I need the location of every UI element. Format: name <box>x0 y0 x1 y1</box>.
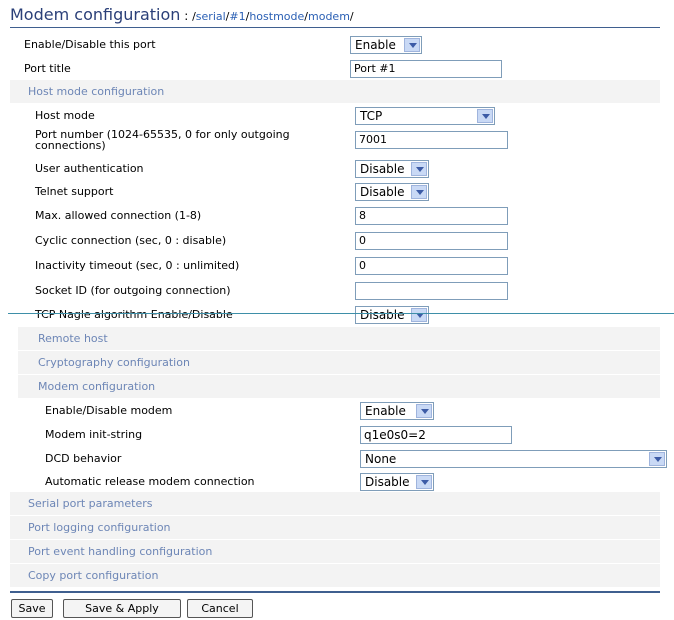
telnet-select[interactable]: Disable <box>355 183 429 201</box>
chevron-down-icon <box>416 404 432 418</box>
breadcrumb-port[interactable]: #1 <box>229 10 245 23</box>
nagle-select[interactable]: Disable <box>355 306 429 324</box>
host-mode-select[interactable]: TCP <box>355 107 495 125</box>
footer-divider <box>10 591 660 593</box>
socket-row: Socket ID (for outgoing connection) <box>10 279 660 302</box>
inactivity-input[interactable]: 0 <box>355 257 508 275</box>
socket-input[interactable] <box>355 282 508 300</box>
max-conn-input[interactable]: 8 <box>355 207 508 225</box>
breadcrumb-hostmode[interactable]: hostmode <box>249 10 304 23</box>
section-copy-port[interactable]: Copy port configuration <box>10 564 660 587</box>
inactivity-row: Inactivity timeout (sec, 0 : unlimited) … <box>10 254 660 277</box>
page-title: Modem configuration : /serial/#1/hostmod… <box>10 5 354 24</box>
save-apply-button[interactable]: Save & Apply <box>63 599 181 618</box>
modem-init-input[interactable]: q1e0s0=2 <box>360 426 512 444</box>
chevron-down-icon <box>416 475 432 489</box>
cancel-button[interactable]: Cancel <box>187 599 253 618</box>
modem-enable-select[interactable]: Enable <box>360 402 434 420</box>
max-conn-row: Max. allowed connection (1-8) 8 <box>10 204 660 227</box>
dcd-row: DCD behavior None <box>10 447 670 470</box>
section-host-mode[interactable]: Host mode configuration <box>10 80 660 103</box>
section-cryptography[interactable]: Cryptography configuration <box>18 351 660 374</box>
chevron-down-icon <box>411 185 427 199</box>
section-serial-params[interactable]: Serial port parameters <box>10 492 660 515</box>
user-auth-select[interactable]: Disable <box>355 160 429 178</box>
breadcrumb-modem[interactable]: modem <box>308 10 350 23</box>
port-enable-label: Enable/Disable this port <box>24 38 156 51</box>
title-separator: : <box>180 9 193 23</box>
chevron-down-icon <box>411 162 427 176</box>
auto-release-select[interactable]: Disable <box>360 473 434 491</box>
telnet-row: Telnet support Disable <box>10 180 660 203</box>
port-title-row: Port title Port #1 <box>10 57 660 80</box>
chevron-down-icon <box>411 308 427 322</box>
port-number-row: Port number (1024-65535, 0 for only outg… <box>10 128 660 156</box>
modem-enable-row: Enable/Disable modem Enable <box>10 399 670 422</box>
chevron-down-icon <box>477 109 493 123</box>
section-port-event[interactable]: Port event handling configuration <box>10 540 660 563</box>
dcd-select[interactable]: None <box>360 450 667 468</box>
port-title-label: Port title <box>24 62 71 75</box>
modem-init-row: Modem init-string q1e0s0=2 <box>10 423 670 446</box>
port-title-input[interactable]: Port #1 <box>350 60 502 78</box>
page-title-text: Modem configuration <box>10 5 181 24</box>
chevron-down-icon <box>649 452 665 466</box>
breadcrumb-serial[interactable]: serial <box>196 10 226 23</box>
divider-line <box>8 313 674 314</box>
section-remote-host[interactable]: Remote host <box>18 327 660 350</box>
auto-release-row: Automatic release modem connection Disab… <box>10 470 670 493</box>
port-enable-row: Enable/Disable this port Enable <box>10 33 660 56</box>
section-modem[interactable]: Modem configuration <box>18 375 660 398</box>
header-divider <box>10 27 660 28</box>
save-button[interactable]: Save <box>11 599 53 618</box>
chevron-down-icon <box>404 38 420 52</box>
cyclic-input[interactable]: 0 <box>355 232 508 250</box>
cyclic-row: Cyclic connection (sec, 0 : disable) 0 <box>10 229 660 252</box>
host-mode-row: Host mode TCP <box>10 104 660 127</box>
port-enable-select[interactable]: Enable <box>350 36 422 54</box>
user-auth-row: User authentication Disable <box>10 157 660 180</box>
port-number-input[interactable]: 7001 <box>355 131 508 149</box>
nagle-row: TCP Nagle algorithm Enable/Disable Disab… <box>10 303 660 326</box>
section-port-logging[interactable]: Port logging configuration <box>10 516 660 539</box>
